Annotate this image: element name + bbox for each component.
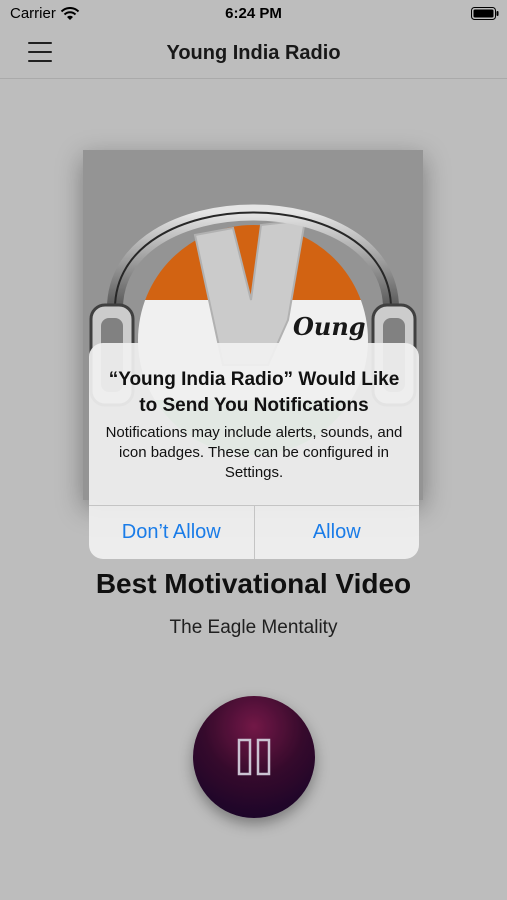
allow-button[interactable]: Allow bbox=[253, 506, 420, 559]
alert-title: “Young India Radio” Would Like to Send Y… bbox=[108, 369, 400, 416]
alert-actions: Don’t Allow Allow bbox=[89, 505, 419, 559]
alert-message: Notifications may include alerts, sounds… bbox=[105, 424, 403, 481]
notification-permission-alert: “Young India Radio” Would Like to Send Y… bbox=[89, 343, 419, 559]
dont-allow-button[interactable]: Don’t Allow bbox=[89, 506, 254, 559]
